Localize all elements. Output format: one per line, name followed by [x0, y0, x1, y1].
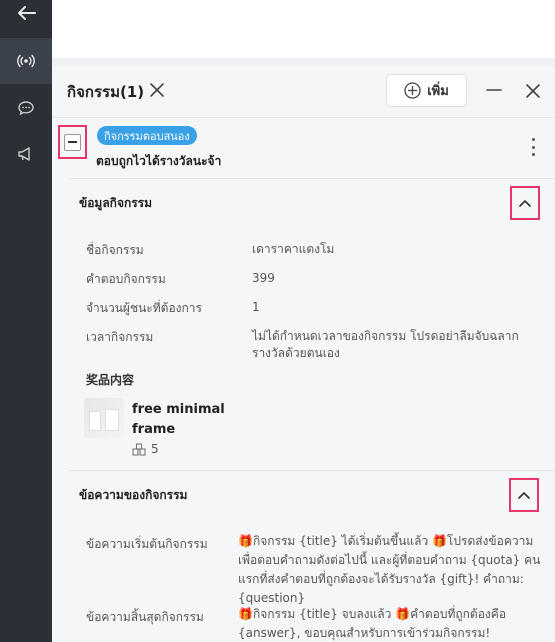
kebab-dot — [531, 153, 535, 156]
minus-icon — [486, 89, 502, 91]
kebab-dot — [531, 138, 535, 141]
info-section-toggle[interactable] — [510, 186, 540, 220]
prize-name: free minimal frame — [132, 402, 225, 437]
message-label: ข้อความเริ่มต้นกิจกรรม — [86, 537, 208, 551]
close-icon — [150, 83, 164, 97]
kebab-dot — [531, 145, 535, 149]
prize-image — [84, 398, 124, 438]
separator — [68, 178, 555, 179]
info-value: 1 — [252, 300, 260, 314]
chat-bubble-icon — [18, 101, 34, 116]
more-options-button[interactable] — [528, 138, 538, 156]
rail-item-chat[interactable] — [0, 85, 52, 131]
activity-panel: กิจกรรม(1) เพิ่ม กิจกรรมตอบสนอง ตอบถูกไว… — [52, 66, 555, 642]
panel-close-button[interactable] — [522, 80, 544, 102]
activity-subtitle: ตอบถูกไวได้รางวัลนะจ้า — [96, 154, 222, 168]
activity-type-badge: กิจกรรมตอบสนอง — [97, 126, 197, 145]
panel-title: กิจกรรม(1) — [67, 83, 145, 101]
broadcast-icon — [17, 54, 35, 68]
add-button-label: เพิ่ม — [427, 84, 449, 99]
info-value: ไม่ได้กำหนดเวลาของกิจกรรม โปรดอย่าลืมจับ… — [252, 329, 519, 360]
message-section-title: ข้อความของกิจกรรม — [79, 488, 188, 502]
inventory-icon — [132, 442, 146, 456]
prize-quantity-value: 5 — [151, 442, 159, 456]
panel-header: กิจกรรม(1) เพิ่ม — [52, 66, 555, 118]
left-rail — [0, 0, 52, 642]
divider — [52, 58, 555, 66]
close-icon — [526, 84, 540, 98]
info-label: คำตอบกิจกรรม — [86, 272, 166, 286]
add-button[interactable]: เพิ่ม — [386, 74, 467, 107]
tab-close-button[interactable] — [147, 80, 167, 100]
prize-heading: 奖品内容 — [86, 373, 135, 387]
app: กิจกรรม(1) เพิ่ม กิจกรรมตอบสนอง ตอบถูกไว… — [0, 0, 555, 642]
message-label: ข้อความสิ้นสุดกิจกรรม — [86, 610, 204, 624]
plus-circle-icon — [404, 82, 421, 99]
info-value: เดาราคาแตงโม — [252, 242, 335, 256]
rail-item-announce[interactable] — [0, 131, 52, 177]
collapse-card-button[interactable] — [58, 125, 87, 159]
message-value: 🎁กิจกรรม {title} ได้เริ่มต้นขึ้นแล้ว 🎁โป… — [238, 534, 541, 605]
rail-item-live[interactable] — [0, 38, 52, 84]
top-area — [52, 0, 555, 58]
back-arrow-icon — [18, 6, 36, 20]
separator — [68, 470, 555, 471]
info-label: เวลากิจกรรม — [86, 330, 154, 344]
info-section-title: ข้อมูลกิจกรรม — [79, 196, 153, 210]
back-button[interactable] — [0, 0, 52, 36]
info-value: 399 — [252, 271, 275, 285]
activity-card: กิจกรรมตอบสนอง ตอบถูกไวได้รางวัลนะจ้า ข้… — [52, 118, 555, 642]
info-label: ชื่อกิจกรรม — [86, 243, 144, 257]
collapse-icon — [64, 133, 81, 151]
megaphone-icon — [18, 147, 30, 161]
message-section-toggle[interactable] — [509, 478, 539, 512]
message-value: 🎁กิจกรรม {title} จบลงแล้ว 🎁คำตอบที่ถูกต้… — [238, 607, 507, 640]
minimize-button[interactable] — [484, 80, 504, 100]
chevron-up-icon — [519, 200, 531, 207]
chevron-up-icon — [518, 492, 530, 499]
prize-quantity: 5 — [132, 442, 159, 456]
info-label: จำนวนผู้ชนะที่ต้องการ — [86, 301, 202, 315]
